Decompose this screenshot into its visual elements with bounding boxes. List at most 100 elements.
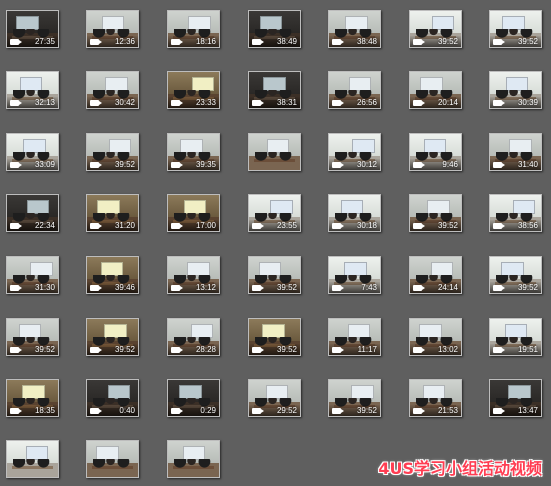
video-duration: 39:52 (356, 406, 377, 415)
video-thumbnail[interactable]: 19:51 (489, 318, 542, 356)
thumbnail-info-bar: 31:40 (490, 159, 541, 170)
video-thumbnail[interactable]: 31:20 (86, 194, 139, 232)
video-duration: 32:13 (34, 98, 55, 107)
thumbnail-info-bar: 11:17 (329, 344, 380, 355)
video-thumbnail[interactable]: 39:52 (409, 194, 462, 232)
video-thumbnail[interactable]: 0:40 (86, 379, 139, 417)
video-camera-icon (493, 100, 505, 106)
thumbnail-info-bar: 0:29 (168, 405, 219, 416)
thumbnail-info-bar: 39:52 (7, 344, 58, 355)
video-duration: 39:52 (276, 283, 297, 292)
video-camera-icon (493, 162, 505, 168)
video-thumbnail[interactable]: 30:42 (86, 71, 139, 109)
video-thumbnail[interactable] (86, 440, 139, 478)
video-camera-icon (10, 100, 22, 106)
video-camera-icon (10, 347, 22, 353)
video-thumbnail[interactable]: 33:09 (6, 133, 59, 171)
video-thumbnail[interactable]: 22:34 (6, 194, 59, 232)
video-thumbnail[interactable] (248, 133, 301, 171)
video-camera-icon (171, 223, 183, 229)
video-camera-icon (90, 285, 102, 291)
video-thumbnail[interactable]: 11:17 (328, 318, 381, 356)
video-thumbnail[interactable]: 39:52 (248, 318, 301, 356)
video-camera-icon (10, 162, 22, 168)
video-thumbnail[interactable]: 13:47 (489, 379, 542, 417)
thumbnail-info-bar: 39:52 (87, 159, 138, 170)
thumbnail-info-bar: 39:52 (410, 220, 461, 231)
video-duration: 13:47 (517, 406, 538, 415)
video-duration: 39:52 (437, 221, 458, 230)
video-thumbnail[interactable]: 39:52 (86, 133, 139, 171)
video-camera-icon (171, 39, 183, 45)
video-thumbnail[interactable]: 39:52 (328, 379, 381, 417)
video-thumbnail[interactable]: 12:36 (86, 10, 139, 48)
video-camera-icon (10, 408, 22, 414)
video-thumbnail[interactable]: 21:53 (409, 379, 462, 417)
video-thumbnail[interactable]: 39:52 (248, 256, 301, 294)
thumbnail-info-bar: 38:31 (249, 97, 300, 108)
video-thumbnail[interactable]: 18:35 (6, 379, 59, 417)
video-camera-icon (332, 100, 344, 106)
video-thumbnail[interactable]: 26:56 (328, 71, 381, 109)
video-thumbnail[interactable]: 28:28 (167, 318, 220, 356)
video-duration: 22:34 (34, 221, 55, 230)
video-thumbnail[interactable]: 13:02 (409, 318, 462, 356)
video-camera-icon (90, 408, 102, 414)
video-thumbnail[interactable]: 31:30 (6, 256, 59, 294)
video-duration: 30:12 (356, 160, 377, 169)
video-thumbnail[interactable]: 38:48 (328, 10, 381, 48)
video-thumbnail[interactable]: 17:00 (167, 194, 220, 232)
video-duration: 39:52 (114, 160, 135, 169)
video-thumbnail[interactable]: 31:40 (489, 133, 542, 171)
video-camera-icon (90, 162, 102, 168)
thumbnail-info-bar: 38:56 (490, 220, 541, 231)
video-thumbnail[interactable]: 0:29 (167, 379, 220, 417)
video-duration: 39:52 (34, 345, 55, 354)
video-camera-icon (90, 39, 102, 45)
video-camera-icon (413, 223, 425, 229)
thumbnail-info-bar: 20:14 (410, 97, 461, 108)
video-thumbnail[interactable]: 39:52 (489, 256, 542, 294)
video-camera-icon (332, 347, 344, 353)
video-thumbnail[interactable]: 7:43 (328, 256, 381, 294)
video-thumbnail[interactable]: 38:49 (248, 10, 301, 48)
video-thumbnail[interactable] (6, 440, 59, 478)
thumbnail-info-bar: 22:34 (7, 220, 58, 231)
video-thumbnail[interactable]: 29:52 (248, 379, 301, 417)
video-thumbnail[interactable]: 39:52 (6, 318, 59, 356)
video-duration: 7:43 (361, 283, 377, 292)
video-camera-icon (171, 162, 183, 168)
video-thumbnail[interactable]: 18:16 (167, 10, 220, 48)
video-camera-icon (413, 408, 425, 414)
video-thumbnail[interactable]: 20:14 (409, 71, 462, 109)
video-thumbnail[interactable] (167, 440, 220, 478)
video-thumbnail[interactable]: 30:39 (489, 71, 542, 109)
collection-caption: 4US学习小组活动视频 (378, 459, 542, 478)
video-thumbnail[interactable]: 39:46 (86, 256, 139, 294)
video-camera-icon (332, 162, 344, 168)
video-thumbnail[interactable]: 23:33 (167, 71, 220, 109)
video-camera-icon (171, 285, 183, 291)
video-thumbnail[interactable]: 39:35 (167, 133, 220, 171)
video-thumbnail[interactable]: 30:18 (328, 194, 381, 232)
video-duration: 39:46 (114, 283, 135, 292)
video-thumbnail[interactable]: 30:12 (328, 133, 381, 171)
video-duration: 38:48 (356, 37, 377, 46)
thumbnail-info-bar: 26:56 (329, 97, 380, 108)
video-thumbnail[interactable]: 27:35 (6, 10, 59, 48)
video-thumbnail[interactable]: 39:52 (489, 10, 542, 48)
video-duration: 0:40 (119, 406, 135, 415)
video-thumbnail[interactable]: 23:55 (248, 194, 301, 232)
video-thumbnail[interactable]: 24:14 (409, 256, 462, 294)
video-thumbnail[interactable]: 9:46 (409, 133, 462, 171)
video-thumbnail[interactable]: 39:52 (409, 10, 462, 48)
thumbnail-info-bar: 21:53 (410, 405, 461, 416)
thumbnail-info-bar: 30:42 (87, 97, 138, 108)
video-thumbnail[interactable]: 38:31 (248, 71, 301, 109)
video-thumbnail[interactable]: 39:52 (86, 318, 139, 356)
video-camera-icon (171, 408, 183, 414)
video-thumbnail[interactable]: 38:56 (489, 194, 542, 232)
video-thumbnail[interactable]: 32:13 (6, 71, 59, 109)
video-thumbnail[interactable]: 13:12 (167, 256, 220, 294)
video-camera-icon (332, 223, 344, 229)
